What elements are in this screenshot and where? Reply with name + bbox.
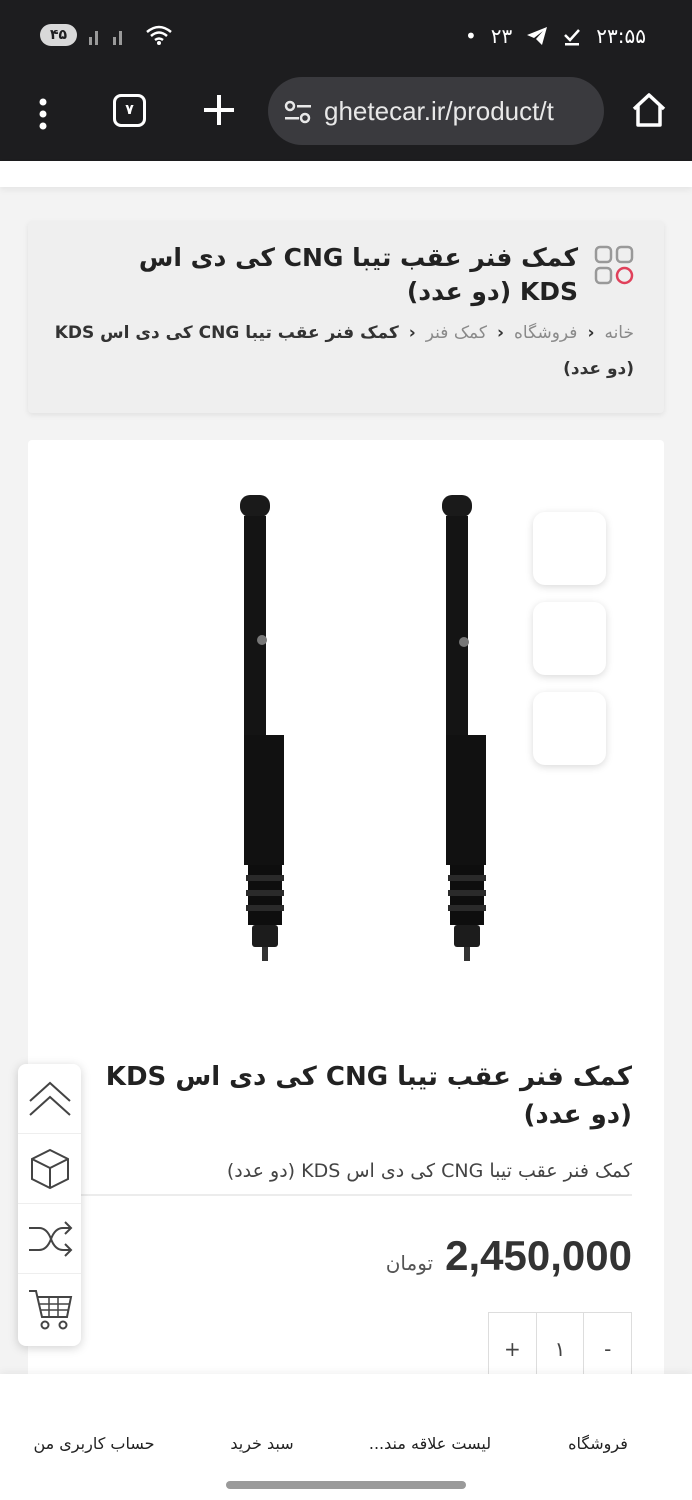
nav-item-wishlist[interactable]: لیست علاقه مند... bbox=[345, 1392, 515, 1453]
floating-toolbar bbox=[18, 1064, 81, 1346]
nav-label: حساب کاربری من bbox=[33, 1434, 155, 1453]
breadcrumb-separator-icon: ‹ bbox=[587, 323, 595, 343]
scroll-top-button[interactable] bbox=[18, 1064, 81, 1134]
site-settings-icon[interactable] bbox=[284, 99, 312, 125]
product-title: کمک فنر عقب تیبا CNG کی دی اس KDS (دو عد… bbox=[105, 1062, 632, 1130]
shock-absorber-right bbox=[442, 495, 486, 961]
nav-item-account[interactable]: حساب کاربری من bbox=[9, 1392, 179, 1453]
cart-icon bbox=[28, 1290, 72, 1330]
home-icon[interactable] bbox=[630, 91, 668, 129]
battery-indicator: ۴۵ bbox=[40, 24, 78, 46]
chevron-up-icon bbox=[28, 1081, 71, 1116]
page-root: ۴۵ • ۲۳ ۲۳:۵۵ ۷ ghetecar.ir/product/t کم… bbox=[0, 0, 692, 1500]
breadcrumb-home[interactable]: خانه bbox=[604, 323, 634, 343]
dot-icon: • bbox=[465, 24, 477, 48]
breadcrumb: خانه‹فروشگاه‹کمک فنر‹کمک فنر عقب تیبا CN… bbox=[49, 315, 634, 387]
product-price: 2,450,000 تومان bbox=[386, 1232, 632, 1280]
breadcrumb-category[interactable]: کمک فنر bbox=[426, 323, 487, 343]
qty-value-input[interactable]: ۱ bbox=[537, 1313, 585, 1383]
clock: ۲۳:۵۵ bbox=[596, 24, 646, 48]
shuffle-icon bbox=[28, 1220, 72, 1257]
nav-label: سبد خرید bbox=[230, 1434, 294, 1453]
browser-toolbar: ۷ ghetecar.ir/product/t bbox=[0, 75, 692, 161]
product-image[interactable] bbox=[190, 490, 520, 985]
nav-item-shop[interactable]: فروشگاه bbox=[513, 1392, 683, 1453]
share-button[interactable] bbox=[533, 692, 606, 765]
price-amount: 2,450,000 bbox=[445, 1232, 632, 1279]
compare-list-button[interactable] bbox=[18, 1204, 81, 1274]
status-bar: ۴۵ • ۲۳ ۲۳:۵۵ bbox=[0, 0, 692, 75]
page-title: کمک فنر عقب تیبا CNG کی دی اس KDS (دو عد… bbox=[138, 243, 578, 306]
nav-item-cart[interactable]: سبد خرید bbox=[177, 1392, 347, 1453]
wifi-icon bbox=[146, 25, 172, 45]
new-tab-icon[interactable] bbox=[202, 93, 236, 127]
product-short-description: کمک فنر عقب تیبا CNG کی دی اس KDS (دو عد… bbox=[226, 1160, 632, 1182]
url-bar[interactable]: ghetecar.ir/product/t bbox=[268, 77, 604, 145]
site-header-strip bbox=[0, 161, 692, 187]
qty-decrease-button[interactable]: - bbox=[584, 1313, 631, 1383]
notification-count: ۲۳ bbox=[490, 24, 513, 48]
user-icon bbox=[9, 1392, 179, 1426]
category-grid-icon bbox=[594, 245, 634, 285]
gesture-home-bar[interactable] bbox=[226, 1481, 466, 1489]
heart-icon bbox=[345, 1392, 515, 1426]
status-right: • ۲۳ ۲۳:۵۵ bbox=[465, 24, 646, 48]
wishlist-button[interactable] bbox=[533, 512, 606, 585]
page-header-card: کمک فنر عقب تیبا CNG کی دی اس KDS (دو عد… bbox=[28, 221, 664, 413]
orders-button[interactable] bbox=[18, 1134, 81, 1204]
price-currency: تومان bbox=[385, 1251, 434, 1275]
signal-icon bbox=[89, 31, 123, 45]
cart-icon bbox=[177, 1392, 347, 1426]
tab-switcher-button[interactable]: ۷ bbox=[113, 94, 146, 127]
shock-absorber-left bbox=[240, 495, 284, 961]
more-menu-icon[interactable] bbox=[36, 97, 50, 131]
cart-shortcut-button[interactable] bbox=[18, 1274, 81, 1344]
nav-label: لیست علاقه مند... bbox=[368, 1434, 492, 1453]
shop-icon bbox=[513, 1392, 683, 1426]
qty-increase-button[interactable]: + bbox=[489, 1313, 537, 1383]
status-left: ۴۵ bbox=[40, 24, 173, 46]
package-icon bbox=[30, 1148, 69, 1189]
url-text: ghetecar.ir/product/t bbox=[324, 96, 554, 126]
breadcrumb-separator-icon: ‹ bbox=[496, 323, 504, 343]
compare-button[interactable] bbox=[533, 602, 606, 675]
telegram-icon bbox=[527, 27, 548, 45]
download-done-icon bbox=[564, 29, 581, 46]
nav-label: فروشگاه bbox=[568, 1434, 628, 1453]
breadcrumb-separator-icon: ‹ bbox=[408, 323, 416, 343]
breadcrumb-shop[interactable]: فروشگاه bbox=[514, 323, 577, 343]
divider bbox=[80, 1194, 632, 1196]
